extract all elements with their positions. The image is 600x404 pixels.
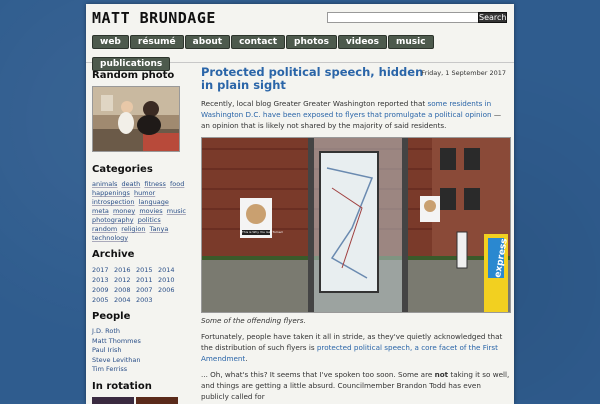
person-link[interactable]: Matt Thommes xyxy=(92,337,188,347)
person-link[interactable]: Steve Levithan xyxy=(92,356,188,366)
category-link[interactable]: humor xyxy=(134,189,155,198)
sidebar: Random photo Categories animals death fi… xyxy=(92,70,188,404)
category-link[interactable]: introspection xyxy=(92,198,135,207)
site-title[interactable]: MATT BRUNDAGE xyxy=(92,9,216,27)
nav-contact[interactable]: contact xyxy=(231,35,285,49)
archive-year-link[interactable]: 2005 xyxy=(92,295,114,305)
search-input[interactable] xyxy=(327,12,479,23)
person-link[interactable]: Paul Irish xyxy=(92,346,188,356)
random-photo[interactable] xyxy=(92,86,180,152)
page-container: MATT BRUNDAGE Search webrésuméaboutconta… xyxy=(86,4,514,404)
paragraph-text: ... Oh, what's this? It seems that I've … xyxy=(201,370,435,379)
archive-year-link[interactable]: 2004 xyxy=(114,295,136,305)
post-paragraph: Fortunately, people have taken it all in… xyxy=(201,331,511,364)
site-header: MATT BRUNDAGE Search webrésuméaboutconta… xyxy=(86,4,514,63)
post-photo[interactable]: express This is Why You Get Turned xyxy=(201,137,511,313)
album-cover[interactable] xyxy=(92,397,134,404)
category-link[interactable]: fitness xyxy=(144,180,166,189)
nav-publications[interactable]: publications xyxy=(92,57,170,71)
post-paragraph: Recently, local blog Greater Greater Was… xyxy=(201,98,511,131)
archive-year-link[interactable]: 2015 xyxy=(136,265,158,275)
category-link[interactable]: death xyxy=(122,180,141,189)
categories-list: animals death fitness food happenings hu… xyxy=(92,180,190,243)
nav-web[interactable]: web xyxy=(92,35,129,49)
category-link[interactable]: music xyxy=(167,207,186,216)
archive-year-link[interactable]: 2009 xyxy=(92,285,114,295)
bus-shelter-photo: express This is Why You Get Turned xyxy=(202,138,510,312)
category-link[interactable]: animals xyxy=(92,180,117,189)
nav-resume[interactable]: résumé xyxy=(130,35,184,49)
category-link[interactable]: money xyxy=(113,207,135,216)
archive-heading: Archive xyxy=(92,249,188,260)
rotation-heading: In rotation xyxy=(92,381,188,392)
archive-year-link[interactable]: 2017 xyxy=(92,265,114,275)
archive-year-link[interactable]: 2010 xyxy=(158,275,180,285)
category-link[interactable]: happenings xyxy=(92,189,130,198)
rotation-images xyxy=(92,397,188,404)
archive-year-link[interactable]: 2003 xyxy=(136,295,158,305)
photo-caption: Some of the offending flyers. xyxy=(201,316,511,325)
person-link[interactable]: Tim Ferriss xyxy=(92,365,188,375)
category-link[interactable]: meta xyxy=(92,207,109,216)
archive-year-link[interactable]: 2008 xyxy=(114,285,136,295)
nav-videos[interactable]: videos xyxy=(338,35,387,49)
archive-year-link[interactable]: 2012 xyxy=(114,275,136,285)
category-link[interactable]: technology xyxy=(92,234,128,243)
paragraph-text: . xyxy=(245,354,247,363)
archive-year-link[interactable]: 2014 xyxy=(158,265,180,275)
people-heading: People xyxy=(92,311,188,322)
post: Friday, 1 September 2017 Protected polit… xyxy=(201,66,511,404)
archive-year-link[interactable]: 2013 xyxy=(92,275,114,285)
category-link[interactable]: language xyxy=(139,198,169,207)
post-title[interactable]: Protected political speech, hidden in pl… xyxy=(201,66,431,92)
category-link[interactable]: Tanya xyxy=(150,225,169,234)
person-link[interactable]: J.D. Roth xyxy=(92,327,188,337)
emphasis-text: not xyxy=(435,370,449,379)
archive-year-link[interactable]: 2007 xyxy=(136,285,158,295)
random-photo-image xyxy=(93,87,179,151)
category-link[interactable]: religion xyxy=(121,225,145,234)
categories-heading: Categories xyxy=(92,164,188,175)
album-cover[interactable] xyxy=(136,397,178,404)
archive-years: 2017201620152014 2013201220112010 200920… xyxy=(92,265,188,305)
archive-year-link[interactable]: 2006 xyxy=(158,285,180,295)
category-link[interactable]: random xyxy=(92,225,117,234)
category-link[interactable]: food xyxy=(170,180,184,189)
search-button[interactable]: Search xyxy=(478,12,507,23)
nav-photos[interactable]: photos xyxy=(286,35,337,49)
paragraph-text: Recently, local blog Greater Greater Was… xyxy=(201,99,427,108)
post-date: Friday, 1 September 2017 xyxy=(421,69,506,77)
flyer-text: This is Why You Get Turned xyxy=(241,230,283,234)
nav-music[interactable]: music xyxy=(388,35,434,49)
nav-about[interactable]: about xyxy=(185,35,230,49)
archive-year-link[interactable]: 2011 xyxy=(136,275,158,285)
category-link[interactable]: politics xyxy=(138,216,161,225)
category-link[interactable]: movies xyxy=(139,207,162,216)
category-link[interactable]: photography xyxy=(92,216,134,225)
random-photo-heading: Random photo xyxy=(92,70,188,81)
archive-year-link[interactable]: 2016 xyxy=(114,265,136,275)
post-paragraph: ... Oh, what's this? It seems that I've … xyxy=(201,369,511,402)
people-list: J.D. Roth Matt Thommes Paul Irish Steve … xyxy=(92,327,188,375)
